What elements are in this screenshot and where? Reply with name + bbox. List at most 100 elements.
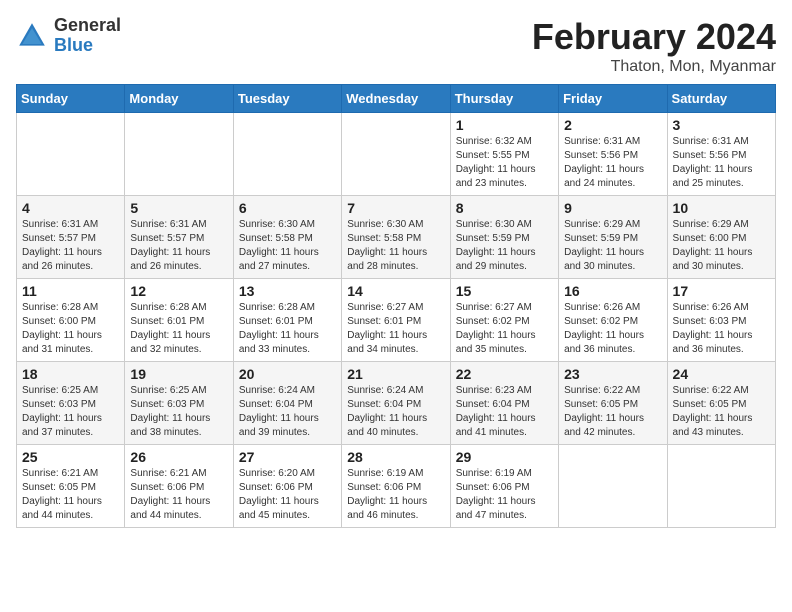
calendar-cell: 2 Sunrise: 6:31 AM Sunset: 5:56 PM Daylig… [559,113,667,196]
calendar-cell: 28 Sunrise: 6:19 AM Sunset: 6:06 PM Dayli… [342,445,450,528]
logo-blue: Blue [54,36,121,56]
day-info: Sunrise: 6:31 AM Sunset: 5:57 PM Dayligh… [130,218,227,274]
day-info: Sunrise: 6:26 AM Sunset: 6:02 PM Dayligh… [564,301,661,357]
day-info: Sunrise: 6:32 AM Sunset: 5:55 PM Dayligh… [456,135,553,191]
day-number: 22 [456,366,553,382]
day-number: 3 [673,117,770,133]
day-number: 29 [456,449,553,465]
day-info: Sunrise: 6:28 AM Sunset: 6:01 PM Dayligh… [239,301,336,357]
day-number: 5 [130,200,227,216]
calendar-cell: 21 Sunrise: 6:24 AM Sunset: 6:04 PM Dayli… [342,362,450,445]
day-number: 12 [130,283,227,299]
day-number: 21 [347,366,444,382]
day-info: Sunrise: 6:30 AM Sunset: 5:58 PM Dayligh… [347,218,444,274]
day-number: 27 [239,449,336,465]
day-number: 28 [347,449,444,465]
calendar-cell: 8 Sunrise: 6:30 AM Sunset: 5:59 PM Daylig… [450,196,558,279]
calendar-cell: 16Sunrise: 6:26 AM Sunset: 6:02 PM Dayli… [559,279,667,362]
weekday-wednesday: Wednesday [342,85,450,113]
day-number: 14 [347,283,444,299]
day-number: 18 [22,366,119,382]
calendar-cell: 3Sunrise: 6:31 AM Sunset: 5:56 PM Daylig… [667,113,775,196]
calendar-cell: 11Sunrise: 6:28 AM Sunset: 6:00 PM Dayli… [17,279,125,362]
day-info: Sunrise: 6:27 AM Sunset: 6:02 PM Dayligh… [456,301,553,357]
calendar-body: 1 Sunrise: 6:32 AM Sunset: 5:55 PM Daylig… [17,113,776,528]
weekday-thursday: Thursday [450,85,558,113]
day-info: Sunrise: 6:30 AM Sunset: 5:59 PM Dayligh… [456,218,553,274]
day-number: 1 [456,117,553,133]
calendar-cell: 5 Sunrise: 6:31 AM Sunset: 5:57 PM Daylig… [125,196,233,279]
weekday-friday: Friday [559,85,667,113]
day-info: Sunrise: 6:29 AM Sunset: 6:00 PM Dayligh… [673,218,770,274]
day-number: 13 [239,283,336,299]
weekday-tuesday: Tuesday [233,85,341,113]
calendar-week-2: 11Sunrise: 6:28 AM Sunset: 6:00 PM Dayli… [17,279,776,362]
calendar-cell [342,113,450,196]
day-number: 4 [22,200,119,216]
weekday-sunday: Sunday [17,85,125,113]
page-header: General Blue February 2024 Thaton, Mon, … [16,16,776,76]
calendar-cell [125,113,233,196]
calendar-header: SundayMondayTuesdayWednesdayThursdayFrid… [17,85,776,113]
day-number: 24 [673,366,770,382]
day-number: 7 [347,200,444,216]
calendar-week-0: 1 Sunrise: 6:32 AM Sunset: 5:55 PM Daylig… [17,113,776,196]
calendar-cell [559,445,667,528]
day-number: 19 [130,366,227,382]
title-area: February 2024 Thaton, Mon, Myanmar [532,16,776,76]
calendar-cell: 12Sunrise: 6:28 AM Sunset: 6:01 PM Dayli… [125,279,233,362]
day-info: Sunrise: 6:25 AM Sunset: 6:03 PM Dayligh… [130,384,227,440]
calendar-cell: 7 Sunrise: 6:30 AM Sunset: 5:58 PM Daylig… [342,196,450,279]
weekday-header-row: SundayMondayTuesdayWednesdayThursdayFrid… [17,85,776,113]
day-number: 8 [456,200,553,216]
calendar-cell: 23 Sunrise: 6:22 AM Sunset: 6:05 PM Dayli… [559,362,667,445]
day-info: Sunrise: 6:29 AM Sunset: 5:59 PM Dayligh… [564,218,661,274]
day-number: 9 [564,200,661,216]
calendar-cell: 25Sunrise: 6:21 AM Sunset: 6:05 PM Dayli… [17,445,125,528]
weekday-monday: Monday [125,85,233,113]
day-info: Sunrise: 6:31 AM Sunset: 5:57 PM Dayligh… [22,218,119,274]
calendar-week-3: 18 Sunrise: 6:25 AM Sunset: 6:03 PM Dayli… [17,362,776,445]
day-number: 20 [239,366,336,382]
month-title: February 2024 [532,16,776,58]
calendar-cell: 10Sunrise: 6:29 AM Sunset: 6:00 PM Dayli… [667,196,775,279]
calendar-cell: 13 Sunrise: 6:28 AM Sunset: 6:01 PM Dayli… [233,279,341,362]
day-info: Sunrise: 6:31 AM Sunset: 5:56 PM Dayligh… [564,135,661,191]
day-number: 15 [456,283,553,299]
calendar-cell: 19 Sunrise: 6:25 AM Sunset: 6:03 PM Dayli… [125,362,233,445]
day-info: Sunrise: 6:26 AM Sunset: 6:03 PM Dayligh… [673,301,770,357]
weekday-saturday: Saturday [667,85,775,113]
day-number: 23 [564,366,661,382]
location-title: Thaton, Mon, Myanmar [532,58,776,76]
calendar-cell: 18Sunrise: 6:25 AM Sunset: 6:03 PM Dayli… [17,362,125,445]
calendar-week-4: 25Sunrise: 6:21 AM Sunset: 6:05 PM Dayli… [17,445,776,528]
calendar-week-1: 4 Sunrise: 6:31 AM Sunset: 5:57 PM Daylig… [17,196,776,279]
calendar-cell: 27 Sunrise: 6:20 AM Sunset: 6:06 PM Dayli… [233,445,341,528]
logo-general: General [54,16,121,36]
day-info: Sunrise: 6:22 AM Sunset: 6:05 PM Dayligh… [673,384,770,440]
calendar-cell: 26Sunrise: 6:21 AM Sunset: 6:06 PM Dayli… [125,445,233,528]
calendar-cell: 4 Sunrise: 6:31 AM Sunset: 5:57 PM Daylig… [17,196,125,279]
calendar-cell: 24 Sunrise: 6:22 AM Sunset: 6:05 PM Dayli… [667,362,775,445]
day-number: 6 [239,200,336,216]
day-info: Sunrise: 6:19 AM Sunset: 6:06 PM Dayligh… [347,467,444,523]
logo-text: General Blue [54,16,121,56]
day-info: Sunrise: 6:20 AM Sunset: 6:06 PM Dayligh… [239,467,336,523]
calendar-table: SundayMondayTuesdayWednesdayThursdayFrid… [16,84,776,528]
day-number: 2 [564,117,661,133]
day-info: Sunrise: 6:22 AM Sunset: 6:05 PM Dayligh… [564,384,661,440]
calendar-cell: 29Sunrise: 6:19 AM Sunset: 6:06 PM Dayli… [450,445,558,528]
day-info: Sunrise: 6:21 AM Sunset: 6:05 PM Dayligh… [22,467,119,523]
calendar-cell: 22Sunrise: 6:23 AM Sunset: 6:04 PM Dayli… [450,362,558,445]
logo: General Blue [16,16,121,56]
calendar-cell: 20Sunrise: 6:24 AM Sunset: 6:04 PM Dayli… [233,362,341,445]
calendar-cell: 1 Sunrise: 6:32 AM Sunset: 5:55 PM Daylig… [450,113,558,196]
day-info: Sunrise: 6:24 AM Sunset: 6:04 PM Dayligh… [347,384,444,440]
day-info: Sunrise: 6:30 AM Sunset: 5:58 PM Dayligh… [239,218,336,274]
calendar-cell [17,113,125,196]
logo-icon [16,20,48,52]
calendar-cell: 15 Sunrise: 6:27 AM Sunset: 6:02 PM Dayli… [450,279,558,362]
calendar-cell: 9 Sunrise: 6:29 AM Sunset: 5:59 PM Daylig… [559,196,667,279]
day-info: Sunrise: 6:28 AM Sunset: 6:00 PM Dayligh… [22,301,119,357]
calendar-cell [233,113,341,196]
